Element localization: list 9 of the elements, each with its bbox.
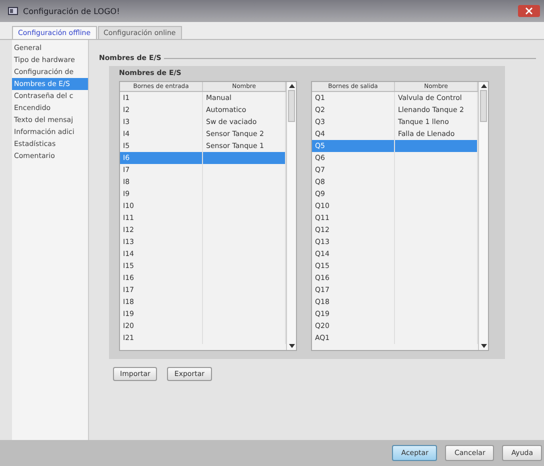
scroll-down-icon[interactable] [288,342,296,350]
close-icon[interactable] [518,5,540,17]
scroll-down-icon[interactable] [480,342,488,350]
scroll-thumb[interactable] [480,90,487,122]
app-icon [8,6,18,16]
scroll-thumb[interactable] [288,90,295,122]
scrollbar[interactable] [478,82,488,350]
scrollbar[interactable] [286,82,296,350]
window-title: Configuración de LOGO! [23,6,120,16]
